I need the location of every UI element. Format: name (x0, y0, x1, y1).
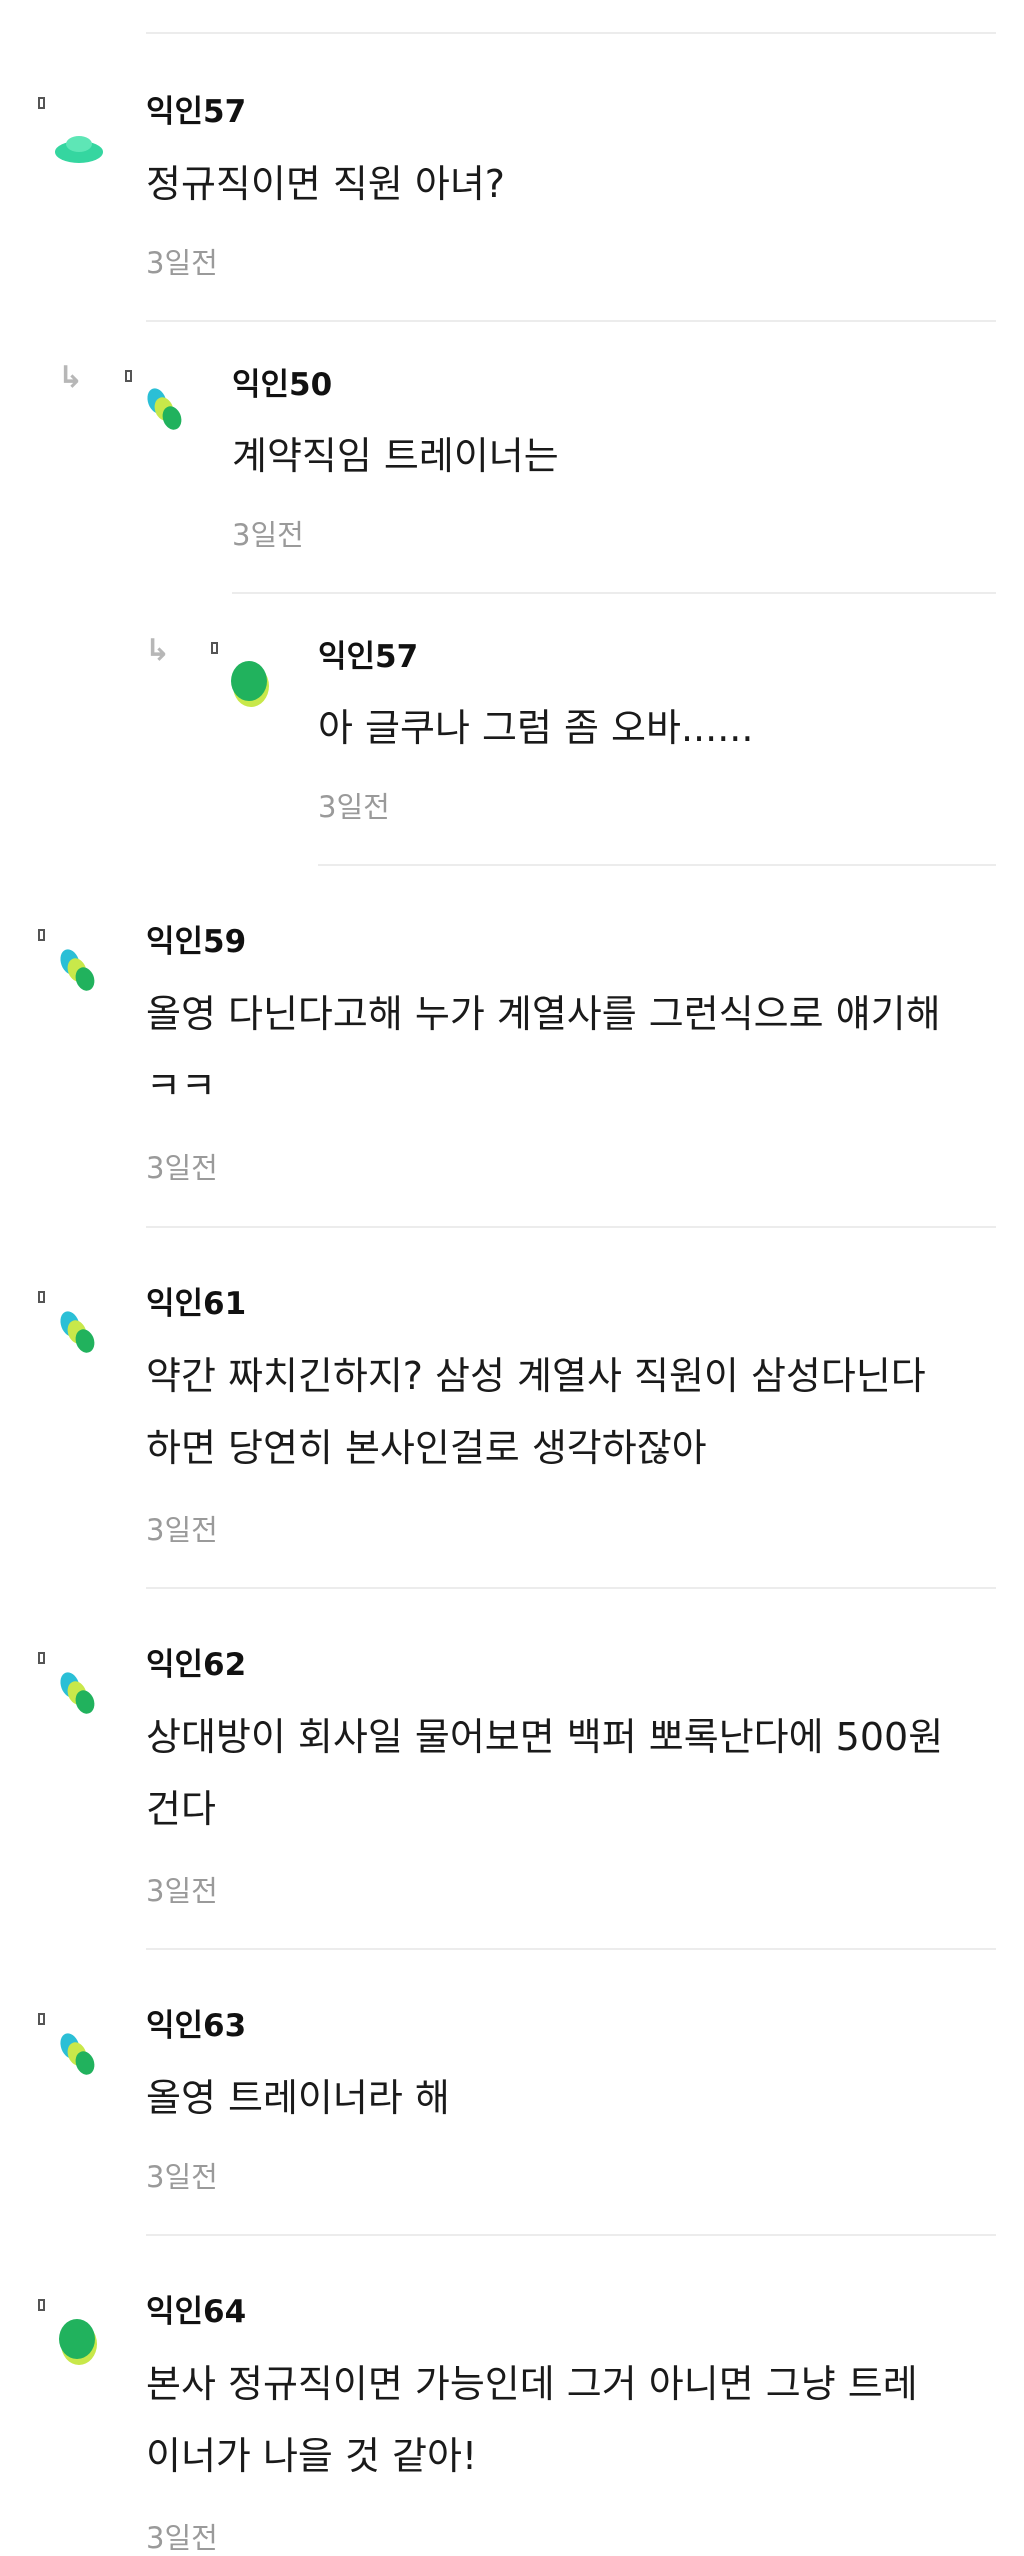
avatar (55, 136, 103, 163)
comment-text-line: 아 글쿠나 그럼 좀 오바...... (318, 706, 754, 750)
comment-time: 3일전 (318, 790, 390, 824)
comment-author: 익인62 (146, 1647, 247, 1683)
comment-text-line: 올영 트레이너라 해 (146, 2076, 450, 2120)
comment-time: 3일전 (146, 1151, 218, 1185)
avatar (231, 661, 269, 707)
comment-author: 익인59 (146, 924, 247, 960)
comment-author: 익인57 (146, 94, 247, 130)
comment-text-line: 약간 짜치긴하지? 삼성 계열사 직원이 삼성다닌다 (146, 1354, 926, 1398)
anon-marker-icon (125, 370, 132, 382)
comment-author: 익인64 (146, 2294, 247, 2330)
anon-marker-icon (211, 642, 218, 654)
comment-divider (146, 1226, 996, 1228)
comment-text-line: 건다 (146, 1787, 216, 1831)
avatar (60, 949, 95, 991)
comment-time: 3일전 (146, 1874, 218, 1908)
comment-divider (318, 864, 996, 866)
comment-time: 3일전 (146, 246, 218, 280)
comment-divider (146, 1587, 996, 1589)
avatar (60, 1311, 95, 1353)
avatar (59, 2319, 97, 2365)
comment-divider (146, 2234, 996, 2236)
comment-author: 익인57 (318, 639, 419, 675)
comment-text-line: 이너가 나을 것 같아! (146, 2434, 478, 2478)
comment-text-line: 상대방이 회사일 물어보면 백퍼 뽀록난다에 500원 (146, 1715, 944, 1759)
comment-text-line: 하면 당연히 본사인걸로 생각하잖아 (146, 1426, 707, 1470)
comment-author: 익인50 (232, 367, 333, 403)
comment-time: 3일전 (146, 2160, 218, 2194)
reply-arrow-icon: ↳ (145, 633, 171, 668)
reply-arrow-icon: ↳ (58, 360, 84, 395)
comment-text-line: ㅋㅋ (146, 1064, 216, 1108)
avatar (60, 1672, 95, 1714)
anon-marker-icon (38, 2013, 45, 2025)
anon-marker-icon (38, 1291, 45, 1303)
comment-divider (232, 592, 996, 594)
comment-divider (146, 1948, 996, 1950)
top-divider (146, 32, 996, 34)
anon-marker-icon (38, 2299, 45, 2311)
comment-text-line: 본사 정규직이면 가능인데 그거 아니면 그냥 트레 (146, 2362, 918, 2406)
anon-marker-icon (38, 97, 45, 109)
comment-time: 3일전 (232, 518, 304, 552)
comment-time: 3일전 (146, 2521, 218, 2555)
anon-marker-icon (38, 1652, 45, 1664)
avatar (147, 388, 182, 430)
comment-text-line: 정규직이면 직원 아녀? (146, 162, 505, 206)
comment-divider (146, 320, 996, 322)
comment-author: 익인63 (146, 2008, 247, 2044)
comment-text-line: 올영 다닌다고해 누가 계열사를 그런식으로 얘기해 (146, 992, 941, 1036)
anon-marker-icon (38, 929, 45, 941)
comment-time: 3일전 (146, 1513, 218, 1547)
avatar (60, 2033, 95, 2075)
comment-text-line: 계약직임 트레이너는 (232, 434, 559, 478)
comment-author: 익인61 (146, 1286, 247, 1322)
